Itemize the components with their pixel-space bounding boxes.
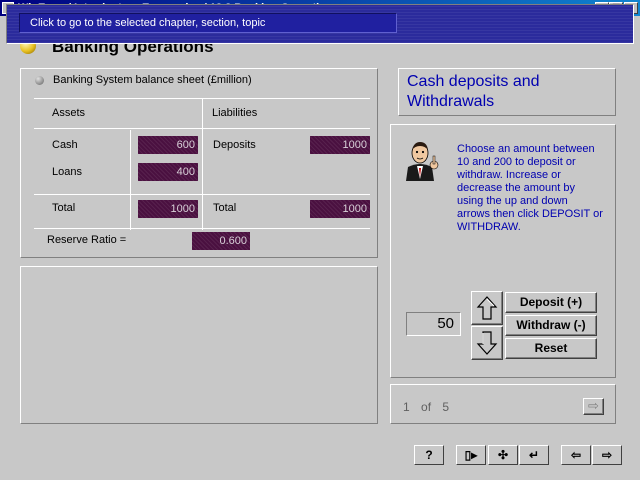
- balance-sheet-title: Banking System balance sheet (£million): [53, 74, 252, 86]
- radio-bullet-icon: [35, 76, 44, 85]
- total-assets-label: Total: [52, 202, 76, 214]
- divider: [34, 194, 370, 195]
- up-arrow-icon: [476, 296, 498, 320]
- liabilities-header: Liabilities: [212, 107, 258, 119]
- next-page-button[interactable]: ⇨: [583, 398, 604, 415]
- pager-current: 1: [403, 400, 410, 414]
- status-text: Click to go to the selected chapter, sec…: [19, 13, 397, 33]
- contents-button[interactable]: ✣: [488, 445, 518, 465]
- cash-value: 600: [138, 136, 198, 154]
- total-assets-value: 1000: [138, 200, 198, 218]
- reset-button[interactable]: Reset: [505, 338, 597, 359]
- exit-button[interactable]: ▯▸: [456, 445, 486, 465]
- amount-display: 50: [406, 312, 461, 336]
- balance-sheet-panel: [20, 68, 378, 258]
- divider: [202, 98, 203, 230]
- cash-label: Cash: [52, 139, 78, 151]
- output-panel: [20, 266, 378, 424]
- reserve-ratio-label: Reserve Ratio =: [47, 234, 127, 246]
- increase-button[interactable]: [471, 291, 503, 325]
- loans-label: Loans: [52, 166, 82, 178]
- topic-title: Cash deposits and Withdrawals: [407, 73, 540, 110]
- reserve-ratio-value: 0.600: [192, 232, 250, 250]
- pager-total: 5: [442, 400, 450, 414]
- down-arrow-icon: [476, 331, 498, 355]
- previous-button[interactable]: ⇦: [561, 445, 591, 465]
- divider: [34, 228, 370, 229]
- deposits-value: 1000: [310, 136, 370, 154]
- instructions-text: Choose an amount between 10 and 200 to d…: [457, 143, 603, 233]
- decrease-button[interactable]: [471, 326, 503, 360]
- deposits-label: Deposits: [213, 139, 256, 151]
- deposit-button[interactable]: Deposit (+): [505, 292, 597, 313]
- assets-header: Assets: [52, 107, 86, 119]
- total-liabilities-label: Total: [213, 202, 237, 214]
- nav-strip: Click to go to the selected chapter, sec…: [6, 4, 634, 44]
- help-button[interactable]: ?: [414, 445, 444, 465]
- presenter-avatar: [406, 142, 439, 181]
- pager-of-label: of: [421, 400, 432, 414]
- divider: [130, 130, 131, 230]
- loans-value: 400: [138, 163, 198, 181]
- next-button[interactable]: ⇨: [592, 445, 622, 465]
- back-button[interactable]: ↵: [519, 445, 549, 465]
- withdraw-button[interactable]: Withdraw (-): [505, 315, 597, 336]
- pager: 1 of 5: [403, 400, 449, 414]
- total-liabilities-value: 1000: [310, 200, 370, 218]
